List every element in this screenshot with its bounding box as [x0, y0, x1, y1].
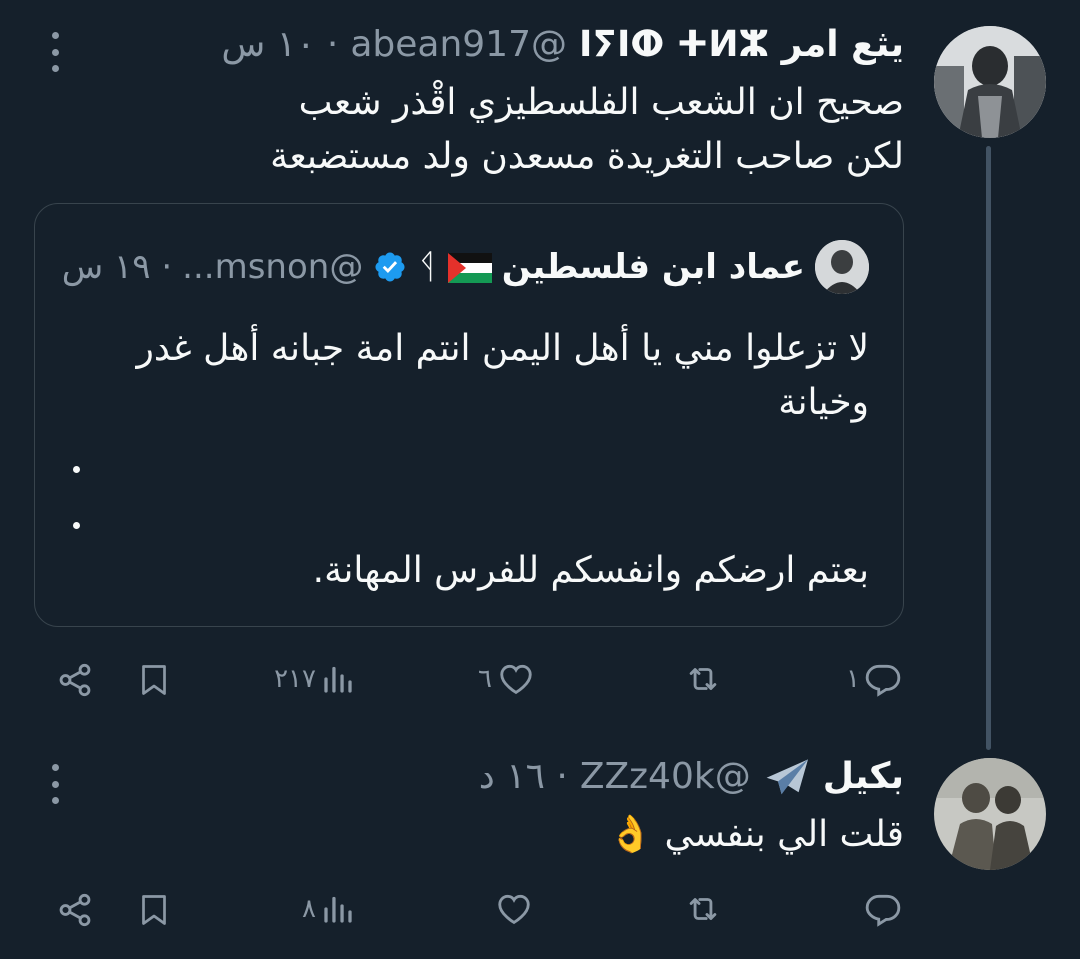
quoted-tweet[interactable]: عماد ابن فلسطين ᛩ @msnon... · ١٩ س لا تز… [34, 203, 904, 627]
tweet-header: يثع امر ⵏⵢⵏⵀ ⵜⵍⵣ @abean917 · ١٠ س [221, 24, 904, 65]
share-icon [59, 893, 91, 927]
tweet-text-line: صحيح ان الشعب الفلسطيزي اقْذر شعب [298, 82, 904, 123]
views-button[interactable]: ٢١٧ [274, 660, 356, 698]
bullet-dot [73, 466, 80, 473]
quoted-tweet-header: عماد ابن فلسطين ᛩ @msnon... · ١٩ س [62, 240, 869, 294]
retweet-button[interactable] [682, 890, 724, 928]
timestamp[interactable]: · ١٦ د [479, 756, 568, 797]
views-icon [324, 666, 352, 693]
reply-icon [865, 894, 901, 927]
reply-icon [865, 664, 901, 697]
quoted-username[interactable]: @msnon... [182, 247, 363, 287]
share-button[interactable] [56, 660, 94, 700]
avatar[interactable] [934, 758, 1046, 870]
views-count: ٨ [302, 894, 316, 924]
avatar[interactable] [934, 26, 1046, 138]
bookmark-button[interactable] [136, 660, 172, 700]
retweet-button[interactable] [682, 660, 724, 698]
display-name[interactable]: بكيل [823, 756, 904, 797]
thread-connector-line [986, 146, 991, 750]
like-icon [500, 664, 532, 695]
reply-count: ١ [846, 664, 860, 694]
username[interactable]: @abean917 [350, 24, 567, 65]
views-icon [324, 896, 352, 923]
timestamp[interactable]: · ١٠ س [221, 24, 338, 65]
share-icon [59, 663, 91, 697]
quoted-avatar[interactable] [815, 240, 869, 294]
bullet-dot [73, 522, 80, 529]
bookmark-button[interactable] [136, 890, 172, 930]
quoted-display-name[interactable]: عماد ابن فلسطين [502, 247, 805, 287]
bookmark-icon [142, 895, 166, 925]
more-icon[interactable] [50, 764, 60, 804]
quoted-timestamp[interactable]: · ١٩ س [62, 247, 172, 287]
views-button[interactable]: ٨ [302, 890, 356, 928]
like-count: ٦ [478, 664, 492, 694]
bookmark-icon [142, 665, 166, 695]
like-icon [498, 894, 530, 925]
username[interactable]: @ZZz40k [580, 756, 751, 797]
tweet-text-line: لكن صاحب التغريدة مسعدن ولد مستضبعة [270, 136, 904, 177]
quoted-text: لا تزعلوا مني يا أهل اليمن انتم امة جبان… [137, 322, 869, 430]
tweet-text: قلت الي بنفسي 👌 [608, 814, 904, 855]
name-glyph: ᛩ [417, 247, 438, 287]
retweet-icon [689, 898, 717, 920]
verified-icon [373, 250, 407, 284]
views-count: ٢١٧ [274, 664, 316, 694]
like-button[interactable] [494, 890, 534, 928]
display-name[interactable]: يثع امر ⵏⵢⵏⵀ ⵜⵍⵣ [579, 24, 904, 65]
airplane-icon [763, 757, 811, 797]
quoted-text-line: وخيانة [778, 382, 869, 423]
reply-button[interactable]: ١ [846, 660, 902, 698]
share-button[interactable] [56, 890, 94, 930]
quoted-text-line: لا تزعلوا مني يا أهل اليمن انتم امة جبان… [136, 328, 869, 369]
reply-button[interactable] [864, 890, 902, 928]
quoted-text-line: بعتم ارضكم وانفسكم للفرس المهانة. [312, 550, 869, 591]
tweet-text: صحيح ان الشعب الفلسطيزي اقْذر شعب لكن صا… [270, 76, 904, 184]
more-icon[interactable] [50, 32, 60, 72]
like-button[interactable]: ٦ [478, 660, 536, 698]
palestine-flag-icon [447, 252, 492, 283]
tweet-header: بكيل @ZZz40k · ١٦ د [479, 756, 904, 797]
retweet-icon [689, 668, 717, 690]
